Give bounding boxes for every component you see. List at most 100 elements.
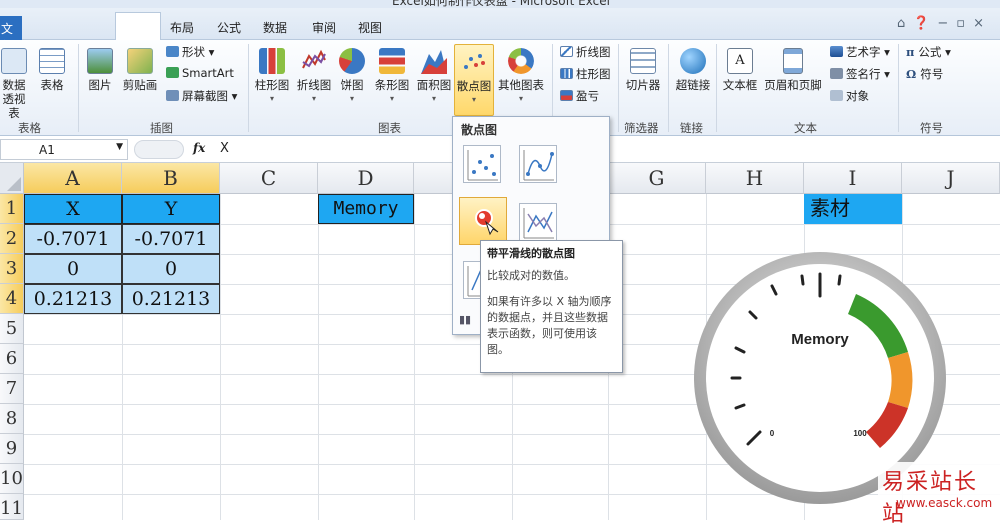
row-header-7[interactable]: 7 [0, 374, 24, 404]
window-title: Excel如何制作仪表盘 - Microsoft Excel [392, 0, 610, 8]
screenshot-button[interactable]: 屏幕截图 ▾ [166, 88, 237, 104]
insert-function-icon[interactable]: fx [193, 141, 205, 155]
scatter-smooth-markers-option[interactable] [519, 145, 557, 183]
equation-label: 公式 [918, 45, 942, 59]
cell-a2[interactable]: -0.7071 [24, 224, 122, 254]
column-header-g[interactable]: G [608, 163, 706, 194]
tab-view[interactable]: 视图 [358, 19, 382, 36]
cell-b3[interactable]: 0 [122, 254, 220, 284]
column-header-j[interactable]: J [902, 163, 1000, 194]
smartart-button[interactable]: SmartArt [166, 66, 234, 80]
slicer-button[interactable]: 切片器 [622, 44, 664, 92]
tab-insert[interactable]: 插入 [115, 12, 161, 40]
row-header-9[interactable]: 9 [0, 434, 24, 464]
sparkline-winloss-label: 盈亏 [576, 89, 599, 103]
name-box[interactable]: A1 ▼ [0, 139, 128, 160]
area-chart-button[interactable]: 面积图 ▾ [414, 44, 454, 106]
tab-file[interactable]: 文件 [0, 16, 22, 40]
smartart-icon [166, 67, 179, 78]
signature-line-icon [830, 68, 843, 79]
row-header-5[interactable]: 5 [0, 314, 24, 344]
tooltip-line-2: 如果有许多以 X 轴为顺序的数据点，并且这些数据表示函数，则可使用该图。 [487, 295, 612, 356]
hyperlink-button[interactable]: 超链接 [672, 44, 714, 92]
smartart-label: SmartArt [182, 66, 234, 80]
row-header-4[interactable]: 4 [0, 284, 24, 314]
formula-bar-handle[interactable] [134, 140, 184, 159]
cell-i1[interactable]: 素材 [804, 194, 902, 224]
omega-icon: Ω [906, 67, 921, 81]
column-header-b[interactable]: B [122, 163, 220, 194]
sparkline-line-button[interactable]: 折线图 [560, 44, 611, 60]
group-label-filter: 筛选器 [624, 121, 659, 135]
gridline [220, 194, 221, 520]
window-help-icons[interactable]: ⌂❓−▫× [897, 16, 992, 31]
line-chart-button[interactable]: 折线图 ▾ [294, 44, 334, 106]
signature-line-button[interactable]: 签名行 ▾ [830, 66, 890, 82]
column-header-d[interactable]: D [318, 163, 414, 194]
column-chart-label: 柱形图 [254, 78, 290, 92]
gridline [414, 194, 415, 520]
pivot-table-button[interactable]: 数据 透视表 [0, 44, 28, 120]
cell-a3[interactable]: 0 [24, 254, 122, 284]
bar-chart-icon [379, 48, 405, 74]
gridline [318, 194, 319, 520]
cell-a1[interactable]: X [24, 194, 122, 224]
column-header-a[interactable]: A [24, 163, 122, 194]
formula-input[interactable]: X [220, 141, 229, 156]
watermark: 易采站长站 www.easck.com [878, 462, 1000, 527]
gallery-title: 散点图 [461, 123, 498, 137]
shapes-button[interactable]: 形状 ▾ [166, 44, 214, 60]
column-header-h[interactable]: H [706, 163, 804, 194]
group-divider [898, 44, 899, 132]
all-chart-types-icon[interactable]: ▮▮ [459, 313, 471, 326]
chevron-down-icon[interactable]: ▼ [116, 142, 123, 152]
scatter-smooth-lines-option[interactable] [459, 197, 507, 245]
cell-b4[interactable]: 0.21213 [122, 284, 220, 314]
tab-formulas[interactable]: 公式 [217, 19, 241, 36]
column-header-i[interactable]: I [804, 163, 902, 194]
gauge-max-label: 100 [853, 429, 867, 438]
header-footer-button[interactable]: 页眉和页脚 [762, 44, 824, 92]
select-all-corner[interactable] [0, 163, 24, 194]
textbox-button[interactable]: A 文本框 [720, 44, 760, 92]
cell-b1[interactable]: Y [122, 194, 220, 224]
clipart-button[interactable]: 剪贴画 [120, 44, 160, 92]
group-divider [716, 44, 717, 132]
pie-chart-button[interactable]: 饼图 ▾ [336, 44, 368, 106]
bar-chart-button[interactable]: 条形图 ▾ [372, 44, 412, 106]
tab-review[interactable]: 审阅 [312, 19, 336, 36]
scatter-smooth-lines-icon [475, 209, 499, 236]
row-header-11[interactable]: 11 [0, 494, 24, 520]
symbol-button[interactable]: Ω 符号 [906, 66, 943, 82]
tab-data[interactable]: 数据 [263, 19, 287, 36]
row-header-2[interactable]: 2 [0, 224, 24, 254]
other-charts-button[interactable]: 其他图表 ▾ [496, 44, 546, 106]
scatter-chart-icon [461, 49, 487, 75]
row-header-10[interactable]: 10 [0, 464, 24, 494]
row-header-3[interactable]: 3 [0, 254, 24, 284]
sparkline-column-button[interactable]: 柱形图 [560, 66, 611, 82]
cell-a4[interactable]: 0.21213 [24, 284, 122, 314]
hyperlink-icon [680, 48, 706, 74]
row-header-8[interactable]: 8 [0, 404, 24, 434]
cell-d1[interactable]: Memory [318, 194, 414, 224]
group-divider [668, 44, 669, 132]
sparkline-winloss-button[interactable]: 盈亏 [560, 88, 599, 104]
column-header-c[interactable]: C [220, 163, 318, 194]
picture-button[interactable]: 图片 [84, 44, 116, 92]
scatter-markers-only-option[interactable] [463, 145, 501, 183]
row-header-6[interactable]: 6 [0, 344, 24, 374]
scatter-straight-markers-option[interactable] [519, 203, 557, 241]
scatter-straight-markers-icon [523, 208, 554, 239]
column-chart-button[interactable]: 柱形图 ▾ [252, 44, 292, 106]
bar-chart-label: 条形图 [374, 78, 410, 92]
wordart-button[interactable]: 艺术字 ▾ [830, 44, 890, 60]
row-header-1[interactable]: 1 [0, 194, 24, 224]
slicer-label: 切片器 [625, 78, 661, 92]
equation-button[interactable]: π 公式 ▾ [906, 44, 951, 60]
cell-b2[interactable]: -0.7071 [122, 224, 220, 254]
table-button[interactable]: 表格 [34, 44, 70, 92]
object-button[interactable]: 对象 [830, 88, 869, 104]
scatter-chart-button[interactable]: 散点图 ▾ [454, 44, 494, 116]
tab-page-layout[interactable]: 页面布局 [170, 19, 194, 36]
